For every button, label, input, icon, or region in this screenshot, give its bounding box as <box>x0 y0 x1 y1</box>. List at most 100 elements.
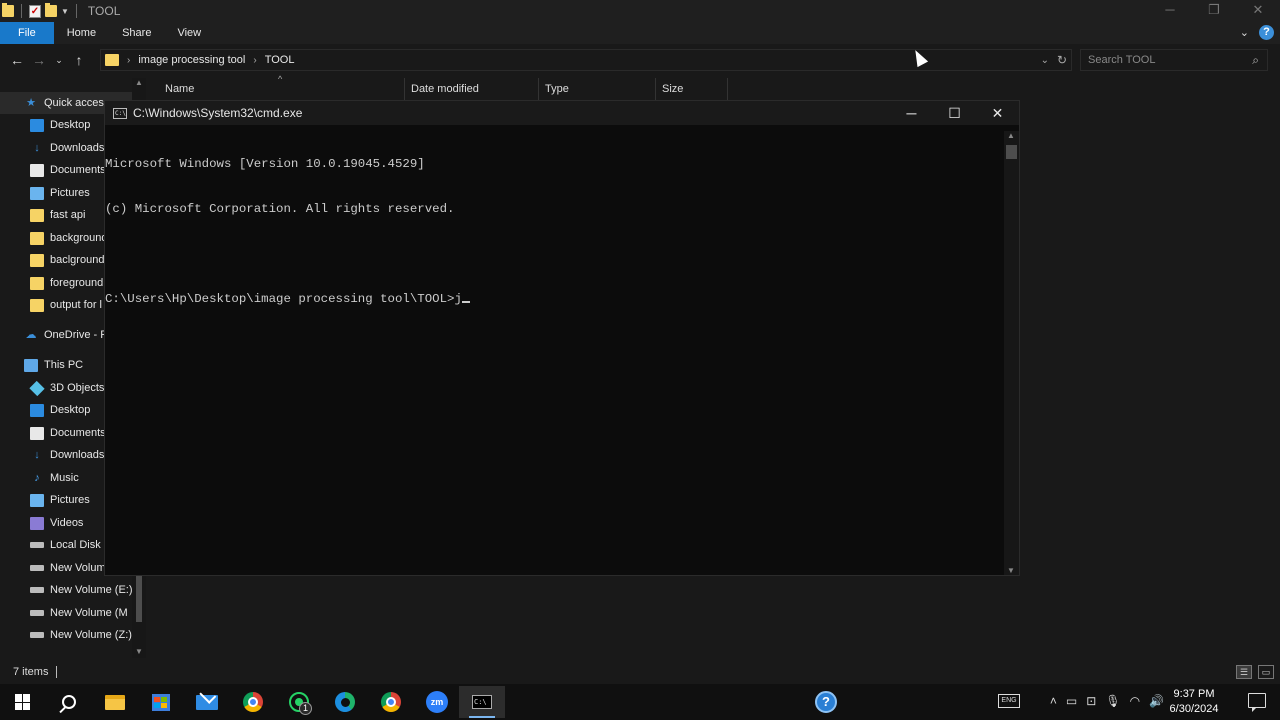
volume-icon[interactable]: 🔊 <box>1149 694 1164 708</box>
back-arrow-icon[interactable]: ← <box>6 52 28 68</box>
sidebar-item-label: Videos <box>50 517 84 529</box>
sidebar-item-label: 3D Objects <box>50 382 105 394</box>
notification-center-icon[interactable] <box>1248 693 1266 712</box>
sidebar-item-label: background <box>50 232 108 244</box>
music-icon: ♪ <box>34 471 40 484</box>
expand-ribbon-icon[interactable]: ⌄ <box>1240 26 1249 39</box>
column-date-modified[interactable]: Date modified <box>405 78 539 100</box>
wifi-icon[interactable]: ◠ <box>1130 694 1140 708</box>
sidebar-item-label: Downloads <box>50 142 105 154</box>
taskbar-file-explorer[interactable] <box>92 686 138 718</box>
taskbar-store[interactable] <box>138 686 184 718</box>
new-folder-icon[interactable] <box>45 3 57 17</box>
column-name[interactable]: Name <box>148 78 405 100</box>
keyboard-icon[interactable]: ENG <box>998 694 1020 708</box>
console-line: Microsoft Windows [Version 10.0.19045.45… <box>105 157 425 171</box>
zoom-icon: zm <box>426 691 448 713</box>
taskbar-mail[interactable] <box>184 686 230 718</box>
star-icon: ★ <box>26 96 36 109</box>
scroll-up-icon[interactable]: ▲ <box>135 78 143 87</box>
taskbar-edge[interactable] <box>322 686 368 718</box>
view-buttons: ☰ ▭ <box>1236 665 1274 679</box>
forward-arrow-icon[interactable]: → <box>28 52 50 68</box>
breadcrumb-tool[interactable]: TOOL <box>265 54 295 66</box>
folder-icon <box>30 231 44 245</box>
sidebar-item-label: New Volume (Z:) <box>50 629 132 641</box>
help-icon[interactable]: ? <box>1259 25 1274 40</box>
sidebar-item-label: output for l <box>50 299 102 311</box>
details-view-icon[interactable]: ☰ <box>1236 665 1252 679</box>
sidebar-item-label: Local Disk ( <box>50 539 108 551</box>
battery-icon[interactable]: ▭ <box>1066 694 1077 708</box>
sidebar-item-label: Documents <box>50 164 106 176</box>
cmd-titlebar[interactable]: C:\ C:\Windows\System32\cmd.exe ─ ☐ ✕ <box>105 101 1019 125</box>
microphone-icon[interactable]: 🎙 <box>1105 694 1120 708</box>
refresh-icon[interactable]: ↻ <box>1057 53 1067 67</box>
ribbon: File Home Share View ⌄ ? <box>0 22 1280 44</box>
usb-icon[interactable]: ⊡ <box>1086 694 1096 708</box>
sidebar-item-new-volume-z[interactable]: New Volume (Z:) <box>0 624 146 646</box>
clock-date: 6/30/2024 <box>1169 703 1219 715</box>
chevron-right-icon[interactable]: › <box>127 55 130 66</box>
column-headers: Name Date modified Type Size <box>148 78 728 100</box>
recent-locations-icon[interactable]: ⌄ <box>50 55 68 66</box>
chevron-right-icon[interactable]: › <box>253 55 256 66</box>
search-button[interactable] <box>46 686 92 718</box>
close-button[interactable]: ✕ <box>1236 0 1280 22</box>
tab-file[interactable]: File <box>0 22 54 44</box>
breadcrumb-image-processing-tool[interactable]: image processing tool <box>138 54 245 66</box>
folder-icon <box>30 276 44 290</box>
clock-time: 9:37 PM <box>1173 688 1215 700</box>
cmd-window[interactable]: C:\ C:\Windows\System32\cmd.exe ─ ☐ ✕ Mi… <box>104 100 1020 576</box>
help-icon: ? <box>815 691 837 713</box>
up-arrow-icon[interactable]: ↑ <box>68 52 90 68</box>
folder-icon <box>30 208 44 222</box>
column-size[interactable]: Size <box>656 78 728 100</box>
drive-icon <box>30 610 44 616</box>
restore-button[interactable]: ❐ <box>1192 0 1236 22</box>
taskbar-chrome-profile[interactable] <box>368 686 414 718</box>
desktop-icon <box>30 403 44 417</box>
search-input[interactable] <box>1088 54 1238 66</box>
ribbon-right: ⌄ ? <box>1240 25 1274 40</box>
scroll-down-icon[interactable]: ▼ <box>135 647 143 656</box>
sidebar-item-label: Music <box>50 472 79 484</box>
mail-icon <box>196 694 218 710</box>
cmd-minimize-button[interactable]: ─ <box>890 101 933 125</box>
tab-home[interactable]: Home <box>54 22 109 44</box>
tab-share[interactable]: Share <box>109 22 164 44</box>
search-icon <box>62 695 76 709</box>
properties-icon[interactable]: ✓ <box>29 4 41 18</box>
cmd-icon: C:\ <box>113 107 127 119</box>
sidebar-item-new-volume-e[interactable]: New Volume (E:) <box>0 579 146 601</box>
large-icons-view-icon[interactable]: ▭ <box>1258 665 1274 679</box>
column-type[interactable]: Type <box>539 78 656 100</box>
console-prompt-line[interactable]: C:\Users\Hp\Desktop\image processing too… <box>105 292 1005 307</box>
cmd-close-button[interactable]: ✕ <box>976 101 1019 125</box>
tab-view[interactable]: View <box>164 22 214 44</box>
start-button[interactable] <box>0 686 46 718</box>
pc-icon <box>24 358 38 372</box>
cmd-maximize-button[interactable]: ☐ <box>933 101 976 125</box>
chevron-down-icon[interactable]: ⌄ <box>1041 55 1049 66</box>
minimize-button[interactable]: ─ <box>1148 0 1192 22</box>
cmd-scrollbar[interactable]: ▲ ▼ <box>1004 131 1019 575</box>
chevron-up-icon[interactable]: ˄ <box>1050 694 1057 708</box>
scrollbar-thumb[interactable] <box>1006 145 1017 159</box>
scroll-down-icon[interactable]: ▼ <box>1007 566 1015 575</box>
scrollbar-thumb[interactable] <box>136 576 142 622</box>
console-output[interactable]: Microsoft Windows [Version 10.0.19045.45… <box>105 127 1005 575</box>
taskbar-help[interactable]: ? <box>803 686 849 718</box>
search-box[interactable]: ⌕ <box>1080 49 1268 71</box>
taskbar-chrome[interactable] <box>230 686 276 718</box>
picture-icon <box>30 493 44 507</box>
taskbar-cmd[interactable]: C:\ <box>459 686 505 718</box>
clock[interactable]: 9:37 PM 6/30/2024 <box>1164 687 1224 717</box>
taskbar-whatsapp[interactable]: 1 <box>276 686 322 718</box>
sidebar-item-new-volume-m[interactable]: New Volume (M <box>0 602 146 624</box>
taskbar-zoom[interactable]: zm <box>414 686 460 718</box>
scroll-up-icon[interactable]: ▲ <box>1007 131 1015 140</box>
taskbar: 1 zm C:\ ? ENG ˄ ▭ ⊡ 🎙 ◠ 🔊 9:37 PM 6/30/… <box>0 684 1280 720</box>
customize-toolbar-icon[interactable]: ▼ <box>61 7 69 16</box>
